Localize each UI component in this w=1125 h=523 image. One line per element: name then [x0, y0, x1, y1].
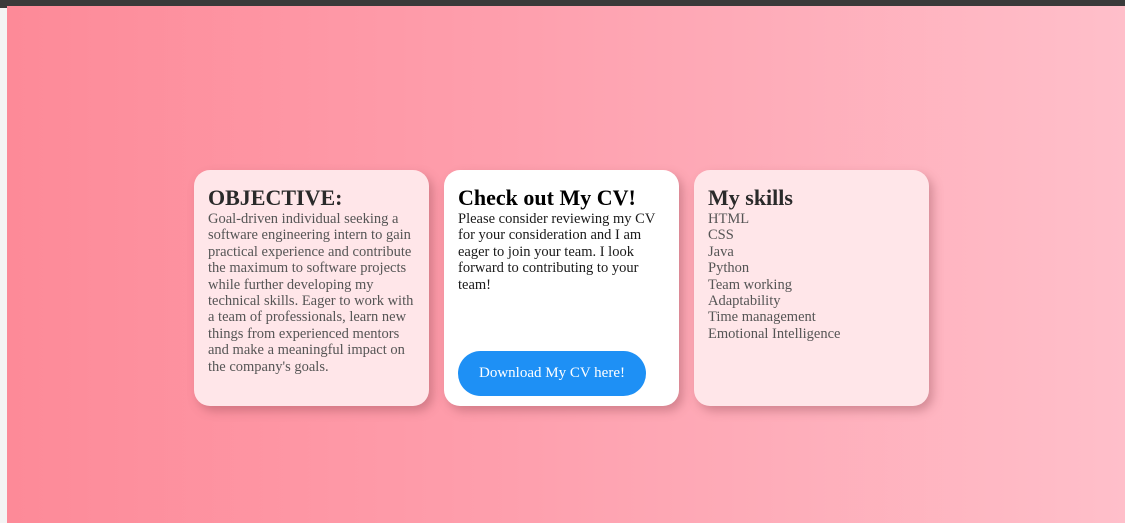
skills-list: HTML CSS Java Python Team working Adapta… [708, 211, 915, 342]
objective-title: OBJECTIVE: [208, 185, 343, 210]
cv-text: Please consider reviewing my CV for your… [458, 211, 656, 293]
skill-item: CSS [708, 227, 734, 244]
skill-item: Team working [708, 276, 792, 293]
skill-item: Time management [708, 309, 816, 326]
objective-text: Goal-driven individual seeking a softwar… [208, 211, 414, 375]
skill-item: Emotional Intelligence [708, 325, 841, 342]
skills-title: My skills [708, 185, 793, 210]
skill-item: Java [708, 243, 734, 260]
skills-card: My skills HTML CSS Java Python Team work… [694, 170, 929, 406]
skill-item: Adaptability [708, 293, 781, 310]
page-background: OBJECTIVE: Goal-driven individual seekin… [7, 6, 1125, 523]
objective-card: OBJECTIVE: Goal-driven individual seekin… [194, 170, 429, 406]
cv-title: Check out My CV! [458, 185, 636, 210]
cv-card: Check out My CV! Please consider reviewi… [444, 170, 679, 406]
download-cv-button[interactable]: Download My CV here! [458, 351, 646, 396]
skill-item: Python [708, 260, 750, 277]
skill-item: HTML [708, 211, 750, 227]
